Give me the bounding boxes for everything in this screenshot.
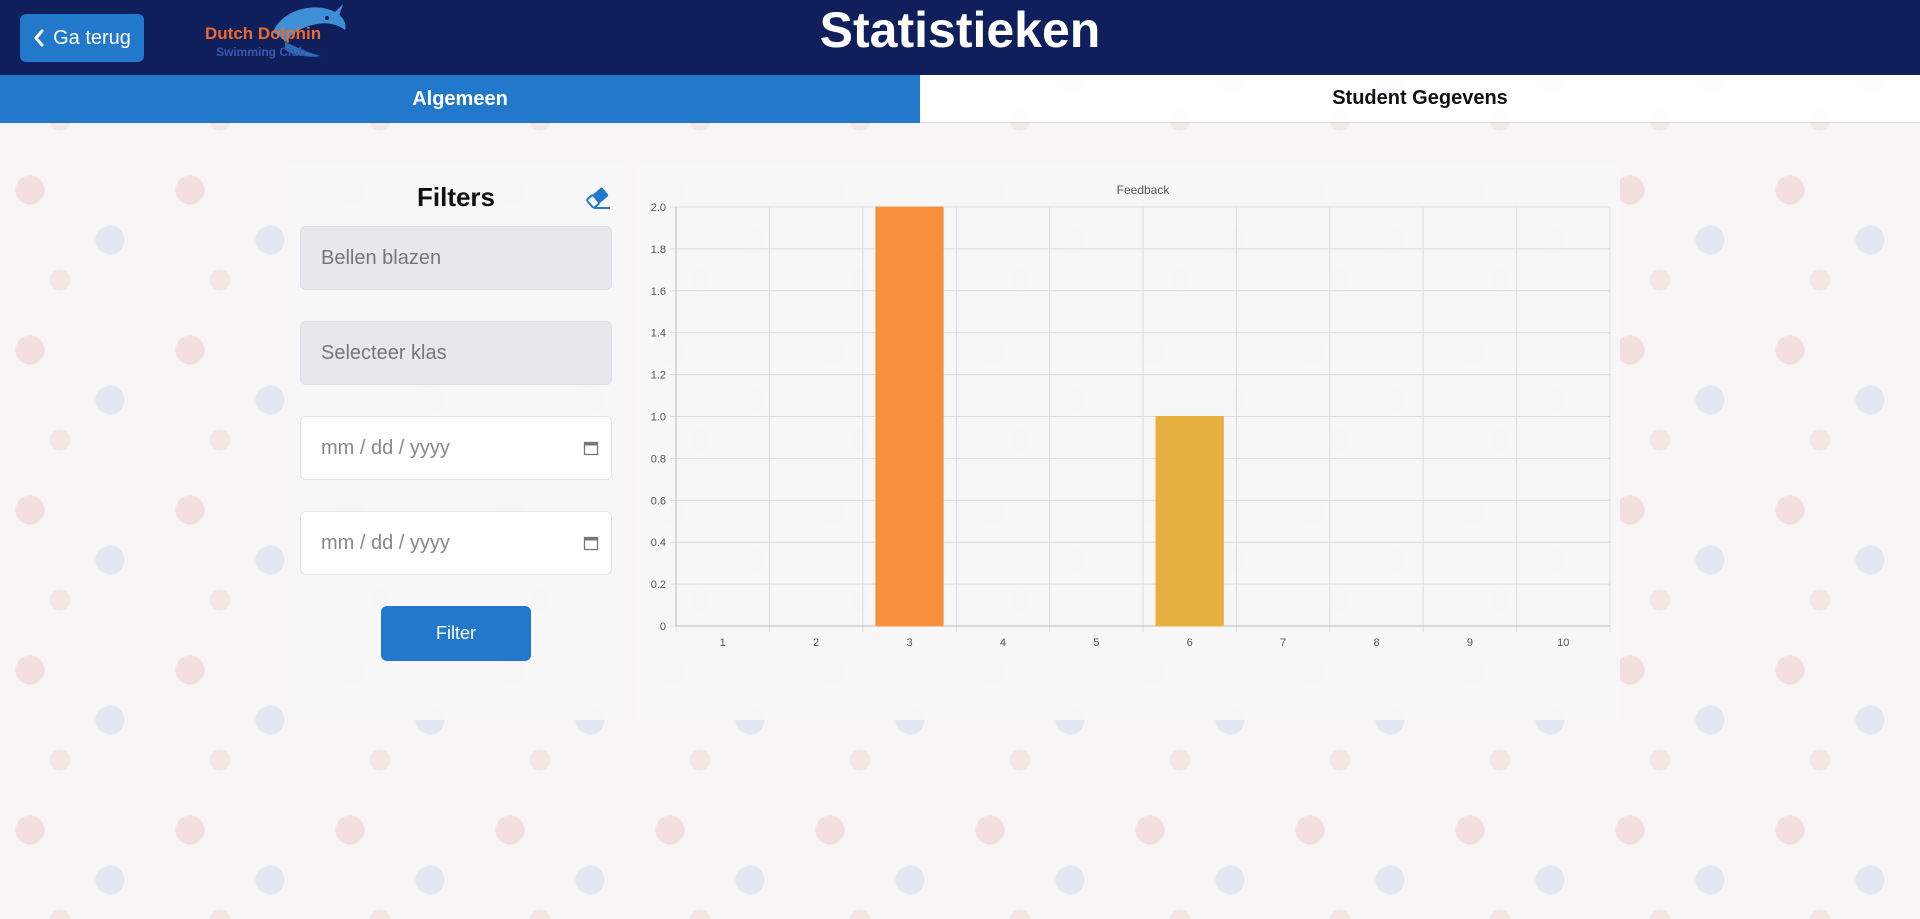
tab-student-gegevens[interactable]: Student Gegevens (920, 75, 1920, 123)
filters-panel: Filters Bellen blazen Selecteer klas mm … (288, 164, 624, 720)
exercise-select[interactable]: Bellen blazen (300, 226, 612, 290)
calendar-icon[interactable] (583, 535, 599, 551)
x-tick-label: 2 (813, 637, 819, 649)
x-tick-label: 9 (1467, 637, 1473, 649)
header-bar: Ga terug Dutch Dolphin Swimming Club Sta… (0, 0, 1920, 75)
x-tick-label: 7 (1280, 637, 1286, 649)
class-select-placeholder: Selecteer klas (321, 341, 447, 364)
start-date-placeholder: mm / dd / yyyy (321, 436, 450, 459)
bar-6 (1155, 416, 1224, 627)
x-tick-label: 10 (1557, 637, 1569, 649)
y-tick-label: 1.8 (651, 244, 666, 256)
calendar-icon[interactable] (583, 440, 599, 456)
x-tick-label: 4 (1000, 637, 1006, 649)
y-tick-label: 1.2 (651, 370, 666, 382)
y-tick-label: 1.6 (651, 286, 666, 298)
y-tick-label: 0 (660, 621, 666, 633)
end-date-placeholder: mm / dd / yyyy (321, 531, 450, 554)
y-tick-label: 0.6 (651, 495, 666, 507)
start-date-input[interactable]: mm / dd / yyyy (300, 416, 612, 480)
page-title: Statistieken (819, 2, 1101, 58)
y-tick-label: 0.8 (651, 453, 666, 465)
x-tick-label: 3 (906, 637, 912, 649)
exercise-select-placeholder: Bellen blazen (321, 246, 442, 269)
bar-3 (875, 206, 944, 627)
end-date-input[interactable]: mm / dd / yyyy (300, 511, 612, 575)
y-tick-label: 1.4 (651, 328, 666, 340)
x-tick-label: 1 (720, 637, 726, 649)
y-tick-label: 2.0 (651, 202, 666, 214)
feedback-chart-panel: Feedback 0 0.2 0.4 0.6 0.8 1.0 1.2 1.4 1.6 1.8 2.0 1… (636, 164, 1620, 720)
x-tick-label: 8 (1373, 637, 1379, 649)
chart-title: Feedback (1117, 183, 1171, 197)
filters-title: Filters (416, 182, 496, 212)
y-tick-label: 0.4 (651, 537, 666, 549)
y-tick-label: 1.0 (651, 412, 666, 424)
x-tick-label: 6 (1187, 637, 1193, 649)
eraser-icon[interactable] (584, 186, 612, 210)
class-select[interactable]: Selecteer klas (300, 321, 612, 385)
tab-algemeen[interactable]: Algemeen (0, 75, 920, 123)
y-tick-label: 0.2 (651, 579, 666, 591)
x-tick-label: 5 (1093, 637, 1099, 649)
feedback-bar-chart: Feedback 0 0.2 0.4 0.6 0.8 1.0 1.2 1.4 1.6 1.8 2.0 1… (651, 183, 1611, 649)
filter-button[interactable]: Filter (381, 606, 531, 661)
